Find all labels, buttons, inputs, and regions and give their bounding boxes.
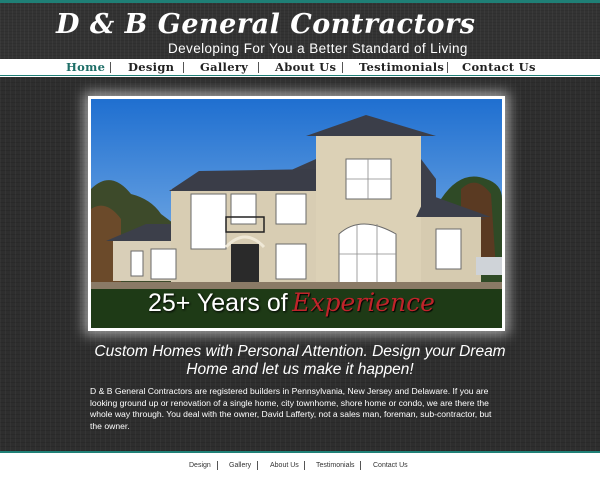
nav-separator (447, 62, 448, 73)
main-headline: Custom Homes with Personal Attention. De… (94, 343, 506, 378)
nav-item-testimonials[interactable]: Testimonials (359, 60, 444, 74)
hero-caption-prefix: 25+ Years of (148, 289, 288, 317)
hero-caption: 25+ Years of Experience (148, 288, 435, 318)
footer-link-gallery[interactable]: Gallery (229, 462, 251, 469)
main-nav: Home Design Gallery About Us Testimonial… (0, 59, 600, 76)
nav-item-about-us[interactable]: About Us (275, 60, 336, 74)
nav-separator (342, 62, 343, 73)
nav-separator (258, 62, 259, 73)
site-tagline: Developing For You a Better Standard of … (168, 41, 468, 56)
nav-item-contact-us[interactable]: Contact Us (462, 60, 536, 74)
nav-separator (183, 62, 184, 73)
footer-separator (304, 461, 305, 470)
footer-link-design[interactable]: Design (189, 462, 211, 469)
footer-link-testimonials[interactable]: Testimonials (316, 462, 355, 469)
hero-caption-highlight: Experience (292, 288, 435, 317)
footer-separator (217, 461, 218, 470)
intro-paragraph: D & B General Contractors are registered… (90, 386, 492, 431)
nav-separator (110, 62, 111, 73)
footer-separator (360, 461, 361, 470)
footer-separator (257, 461, 258, 470)
nav-item-home[interactable]: Home (66, 60, 105, 74)
nav-item-design[interactable]: Design (128, 60, 174, 74)
footer-link-about-us[interactable]: About Us (270, 462, 299, 469)
site-footer: Design Gallery About Us Testimonials Con… (0, 451, 600, 480)
site-logo-title[interactable]: D & B General Contractors (56, 9, 475, 40)
nav-item-gallery[interactable]: Gallery (200, 60, 248, 74)
site-header: D & B General Contractors Developing For… (0, 0, 600, 59)
footer-link-contact-us[interactable]: Contact Us (373, 462, 408, 469)
